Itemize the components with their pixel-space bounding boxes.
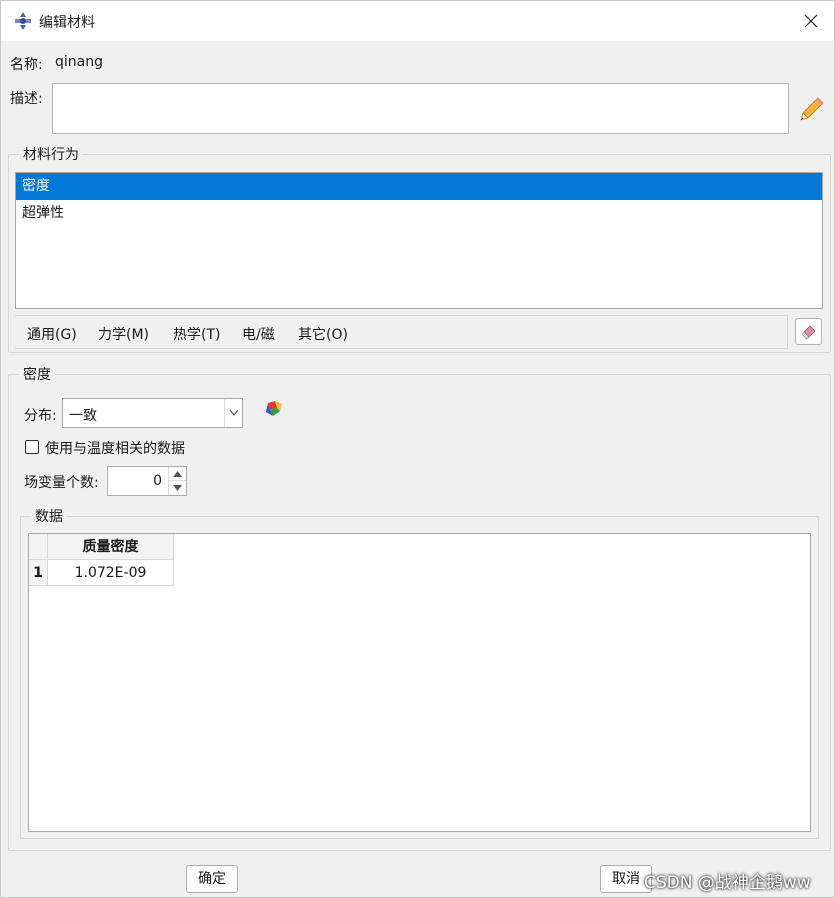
delete-behavior-button[interactable] xyxy=(795,318,822,345)
distribution-select[interactable]: 一致 xyxy=(62,398,243,428)
field-variables-value: 0 xyxy=(153,473,162,489)
spin-up-button[interactable] xyxy=(169,467,186,481)
window-title: 编辑材料 xyxy=(39,15,95,31)
edit-material-dialog: 编辑材料 名称: qinang 描述: 材料行为 密度 超弹性 通用(G) 力学… xyxy=(0,0,835,898)
close-icon xyxy=(804,14,818,28)
menu-mechanical[interactable]: 力学(M) xyxy=(98,324,149,344)
triangle-up-icon xyxy=(173,471,182,477)
ok-button[interactable]: 确定 xyxy=(186,865,238,893)
distribution-value: 一致 xyxy=(69,408,97,424)
menu-other[interactable]: 其它(O) xyxy=(298,324,348,344)
close-button[interactable] xyxy=(788,1,834,41)
behavior-menubar: 通用(G) 力学(M) 热学(T) 电/磁 其它(O) xyxy=(15,315,788,349)
temperature-dependent-checkbox[interactable] xyxy=(25,440,39,454)
density-legend: 密度 xyxy=(23,367,51,383)
data-legend: 数据 xyxy=(35,509,63,525)
description-field[interactable] xyxy=(52,83,789,134)
table-cell[interactable]: 1.072E-09 xyxy=(48,560,174,586)
title-bar[interactable]: 编辑材料 xyxy=(1,1,834,41)
description-label: 描述: xyxy=(10,91,43,107)
chevron-down-icon[interactable] xyxy=(224,399,242,427)
menu-thermal[interactable]: 热学(T) xyxy=(173,324,220,344)
name-label: 名称: xyxy=(10,57,43,73)
watermark: CSDN @战神企鹅ww xyxy=(644,873,811,893)
field-variables-spinbox[interactable]: 0 xyxy=(107,466,187,496)
menu-electrical-magnetic[interactable]: 电/磁 xyxy=(242,324,275,344)
table-corner xyxy=(29,534,48,560)
column-header-mass-density[interactable]: 质量密度 xyxy=(48,534,174,560)
temperature-dependent-label: 使用与温度相关的数据 xyxy=(45,441,185,457)
pencil-icon xyxy=(800,97,824,121)
distribution-icon[interactable] xyxy=(263,399,285,419)
behavior-list[interactable]: 密度 超弹性 xyxy=(15,172,823,309)
menu-general[interactable]: 通用(G) xyxy=(27,324,77,344)
behavior-item-hyperelastic[interactable]: 超弹性 xyxy=(16,200,822,227)
row-header[interactable]: 1 xyxy=(29,560,48,586)
eraser-icon xyxy=(801,325,816,340)
field-variables-label: 场变量个数: xyxy=(24,475,99,491)
behavior-item-density[interactable]: 密度 xyxy=(16,173,822,200)
edit-description-button[interactable] xyxy=(798,95,826,123)
distribution-label: 分布: xyxy=(24,408,57,424)
data-table[interactable]: 质量密度 1 1.072E-09 xyxy=(28,533,811,832)
abaqus-material-icon xyxy=(13,11,33,31)
spin-down-button[interactable] xyxy=(169,481,186,495)
material-behaviors-legend: 材料行为 xyxy=(23,147,79,163)
triangle-down-icon xyxy=(173,485,182,491)
material-name-value: qinang xyxy=(55,54,103,70)
